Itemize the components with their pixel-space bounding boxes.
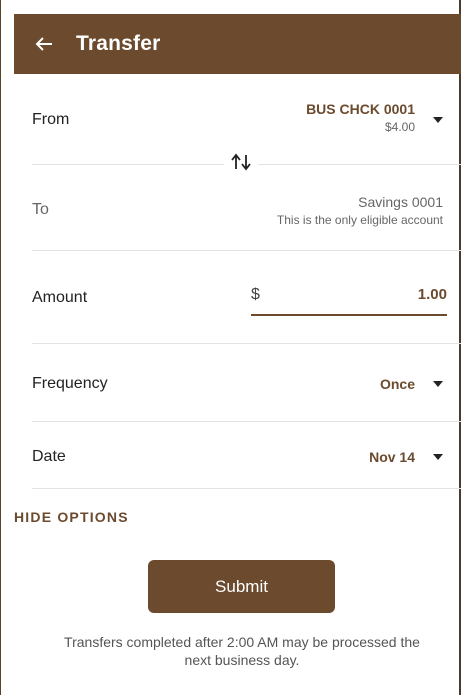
frequency-select[interactable]: Once: [380, 376, 415, 392]
from-label: From: [32, 111, 70, 128]
chevron-down-icon[interactable]: [433, 381, 443, 387]
hide-options-link[interactable]: HIDE OPTIONS: [14, 509, 129, 525]
to-label: To: [32, 201, 49, 218]
to-account: Savings 0001 This is the only eligible a…: [277, 194, 443, 227]
divider: [32, 343, 461, 344]
submit-button[interactable]: Submit: [148, 560, 335, 613]
left-border: [0, 0, 1, 695]
amount-input[interactable]: $ 1.00: [251, 284, 447, 316]
swap-accounts-button[interactable]: [224, 150, 258, 174]
divider: [32, 488, 461, 489]
currency-symbol: $: [251, 286, 260, 303]
swap-vertical-icon: [231, 153, 251, 171]
date-label: Date: [32, 448, 66, 465]
to-account-note: This is the only eligible account: [276, 213, 443, 227]
date-select[interactable]: Nov 14: [369, 449, 415, 465]
page-title: Transfer: [76, 32, 161, 55]
from-account-select[interactable]: BUS CHCK 0001 $4.00: [306, 101, 415, 134]
divider: [32, 250, 461, 251]
back-button[interactable]: [14, 14, 74, 74]
arrow-left-icon: [35, 37, 52, 51]
amount-label: Amount: [32, 289, 88, 306]
divider: [32, 421, 461, 422]
chevron-down-icon[interactable]: [433, 454, 443, 460]
app-bar: Transfer: [14, 14, 461, 74]
from-account-name: BUS CHCK 0001: [306, 101, 415, 117]
chevron-down-icon[interactable]: [433, 117, 443, 123]
frequency-label: Frequency: [32, 375, 108, 392]
amount-value: 1.00: [417, 286, 447, 303]
cutoff-note: Transfers completed after 2:00 AM may be…: [64, 634, 420, 668]
from-account-balance: $4.00: [384, 120, 415, 134]
to-account-name: Savings 0001: [358, 194, 443, 210]
